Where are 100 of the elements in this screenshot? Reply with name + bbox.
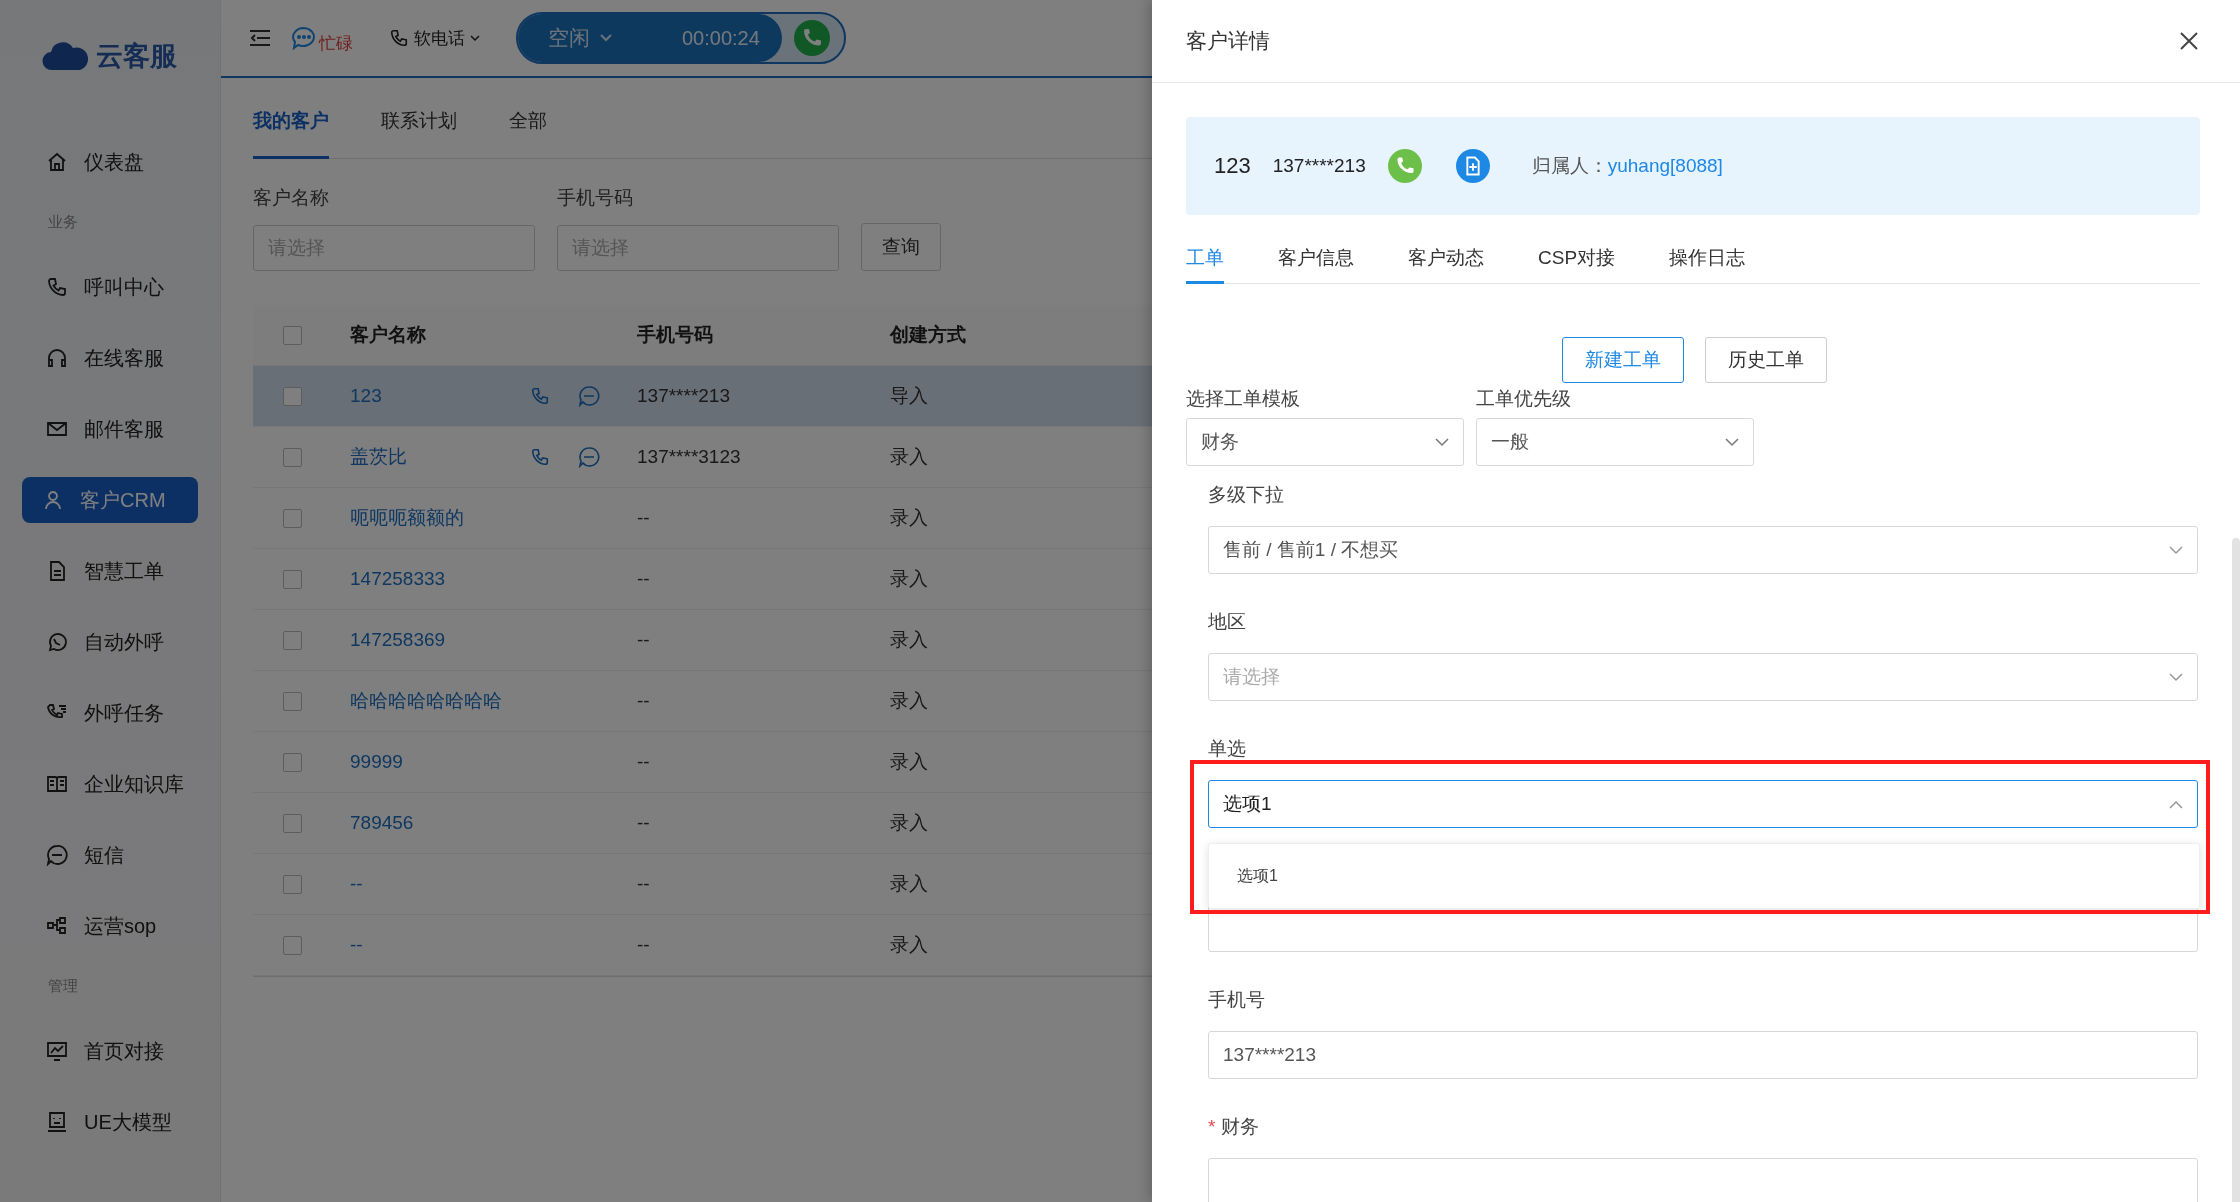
method-cell-text: 录入 bbox=[890, 506, 929, 530]
tab[interactable]: 全部 bbox=[509, 108, 547, 159]
row-checkbox[interactable] bbox=[283, 813, 302, 833]
input-field[interactable] bbox=[1208, 1158, 2198, 1202]
field-label: 手机号 bbox=[1208, 988, 1266, 1012]
scrollbar[interactable] bbox=[2232, 538, 2240, 1202]
customer-name-link[interactable]: -- bbox=[350, 934, 530, 956]
customer-name-link[interactable]: 123 bbox=[350, 385, 530, 407]
tab[interactable]: 联系计划 bbox=[381, 108, 457, 159]
close-icon[interactable] bbox=[2180, 32, 2198, 50]
tab[interactable]: 工单 bbox=[1186, 245, 1224, 284]
customer-name-link[interactable]: 呃呃呃额额的 bbox=[350, 505, 530, 531]
select-all-checkbox[interactable] bbox=[283, 325, 302, 345]
add-document-icon[interactable] bbox=[1455, 149, 1490, 183]
menu-icon[interactable] bbox=[249, 29, 271, 47]
drawer-title: 客户详情 bbox=[1186, 28, 1270, 54]
tab[interactable]: 客户动态 bbox=[1408, 245, 1484, 284]
phone-cell-text: -- bbox=[637, 568, 651, 590]
method-cell-text: 录入 bbox=[890, 628, 929, 652]
chart-icon bbox=[46, 1040, 68, 1062]
nav-item[interactable]: 呼叫中心 bbox=[22, 264, 198, 310]
method-cell-text: 录入 bbox=[890, 872, 929, 896]
select-field[interactable]: 财务 bbox=[1186, 418, 1464, 466]
customer-phone: 137****213 bbox=[1272, 155, 1366, 177]
nav-item[interactable]: 仪表盘 bbox=[22, 139, 198, 185]
customer-name-link[interactable]: 盖茨比 bbox=[350, 444, 530, 470]
row-checkbox[interactable] bbox=[283, 508, 302, 528]
customer-name-link[interactable]: 哈哈哈哈哈哈哈哈 bbox=[350, 688, 530, 714]
nav-item[interactable]: 首页对接 bbox=[22, 1028, 198, 1074]
headset-icon bbox=[46, 347, 68, 369]
row-checkbox[interactable] bbox=[283, 630, 302, 650]
phone-cell-text: -- bbox=[637, 934, 651, 956]
customer-name-link[interactable]: 147258333 bbox=[350, 568, 530, 590]
ticket-history-button[interactable]: 历史工单 bbox=[1705, 337, 1827, 383]
select-field[interactable]: 选项1 bbox=[1208, 780, 2198, 828]
required-mark: * bbox=[1208, 1116, 1216, 1137]
new-ticket-button[interactable]: 新建工单 bbox=[1562, 337, 1684, 383]
field-label: * 财务 bbox=[1208, 1115, 1261, 1139]
phone-call-icon[interactable] bbox=[793, 20, 830, 56]
row-checkbox[interactable] bbox=[283, 691, 302, 711]
nav-item[interactable]: 客户CRM bbox=[22, 477, 198, 523]
method-cell-text: 录入 bbox=[890, 445, 929, 469]
nav-item[interactable]: 外呼任务 bbox=[22, 690, 198, 736]
user-icon bbox=[42, 489, 64, 511]
method-cell-text: 录入 bbox=[890, 689, 929, 713]
customer-name-link[interactable]: 99999 bbox=[350, 751, 530, 773]
customer-name-link[interactable]: -- bbox=[350, 873, 530, 895]
softphone-dropdown[interactable]: 软电话 bbox=[383, 25, 486, 51]
busy-status[interactable]: 忙碌 bbox=[319, 31, 353, 55]
query-button[interactable]: 查询 bbox=[861, 223, 941, 271]
nav-item[interactable]: 运营sop bbox=[22, 903, 198, 949]
tab[interactable]: 操作日志 bbox=[1669, 245, 1746, 284]
method-cell-text: 录入 bbox=[890, 933, 929, 957]
row-checkbox[interactable] bbox=[283, 569, 302, 589]
nav-item[interactable]: 短信 bbox=[22, 832, 198, 878]
row-checkbox[interactable] bbox=[283, 386, 302, 406]
caret-icon bbox=[470, 34, 480, 42]
method-cell-text: 导入 bbox=[890, 384, 929, 408]
sms-icon[interactable] bbox=[578, 385, 600, 407]
nav-item[interactable]: 邮件客服 bbox=[22, 406, 198, 452]
phone-cell-text: -- bbox=[637, 812, 651, 834]
chat-icon[interactable] bbox=[291, 26, 317, 50]
nav-item[interactable]: 在线客服 bbox=[22, 335, 198, 381]
tab[interactable]: CSP对接 bbox=[1538, 245, 1616, 284]
select-field[interactable]: 一般 bbox=[1476, 418, 1754, 466]
book-icon bbox=[46, 773, 68, 795]
nav-item[interactable]: 智慧工单 bbox=[22, 548, 198, 594]
phone-icon bbox=[46, 276, 68, 298]
customer-name-link[interactable]: 147258369 bbox=[350, 629, 530, 651]
owner-link[interactable]: yuhang[8088] bbox=[1607, 155, 1723, 177]
tab[interactable]: 我的客户 bbox=[253, 108, 329, 159]
phone-cell-text: -- bbox=[637, 629, 651, 651]
customer-name: 123 bbox=[1214, 153, 1251, 179]
sms-icon[interactable] bbox=[578, 446, 600, 468]
phone-icon[interactable] bbox=[530, 386, 550, 406]
method-cell-text: 录入 bbox=[890, 750, 929, 774]
dropdown-option[interactable]: 选项1 bbox=[1209, 865, 1278, 887]
row-checkbox[interactable] bbox=[283, 874, 302, 894]
field-label: 工单优先级 bbox=[1476, 387, 1572, 411]
phone-call-icon[interactable] bbox=[1387, 149, 1422, 183]
select-field[interactable]: 请选择 bbox=[1208, 653, 2198, 701]
nav-item[interactable]: 企业知识库 bbox=[22, 761, 198, 807]
cloud-logo-icon bbox=[42, 41, 88, 71]
field-label: 选择工单模板 bbox=[1186, 387, 1301, 411]
row-checkbox[interactable] bbox=[283, 447, 302, 467]
input-field[interactable]: 137****213 bbox=[1208, 1031, 2198, 1079]
row-checkbox[interactable] bbox=[283, 752, 302, 772]
tab[interactable]: 客户信息 bbox=[1278, 245, 1354, 284]
phone-cell-text: 137****213 bbox=[637, 385, 731, 407]
field-label: 地区 bbox=[1208, 610, 1247, 634]
select-field[interactable]: 售前 / 售前1 / 不想买 bbox=[1208, 526, 2198, 574]
agent-state-dropdown[interactable]: 空闲 bbox=[542, 23, 618, 53]
caret-icon bbox=[2169, 799, 2183, 809]
row-checkbox[interactable] bbox=[283, 935, 302, 955]
phone-icon[interactable] bbox=[530, 447, 550, 467]
flow-icon bbox=[46, 915, 68, 937]
customer-name-link[interactable]: 789456 bbox=[350, 812, 530, 834]
nav-item[interactable]: 自动外呼 bbox=[22, 619, 198, 665]
whatsapp-icon bbox=[46, 631, 68, 653]
nav-item[interactable]: UE大模型 bbox=[22, 1099, 198, 1145]
